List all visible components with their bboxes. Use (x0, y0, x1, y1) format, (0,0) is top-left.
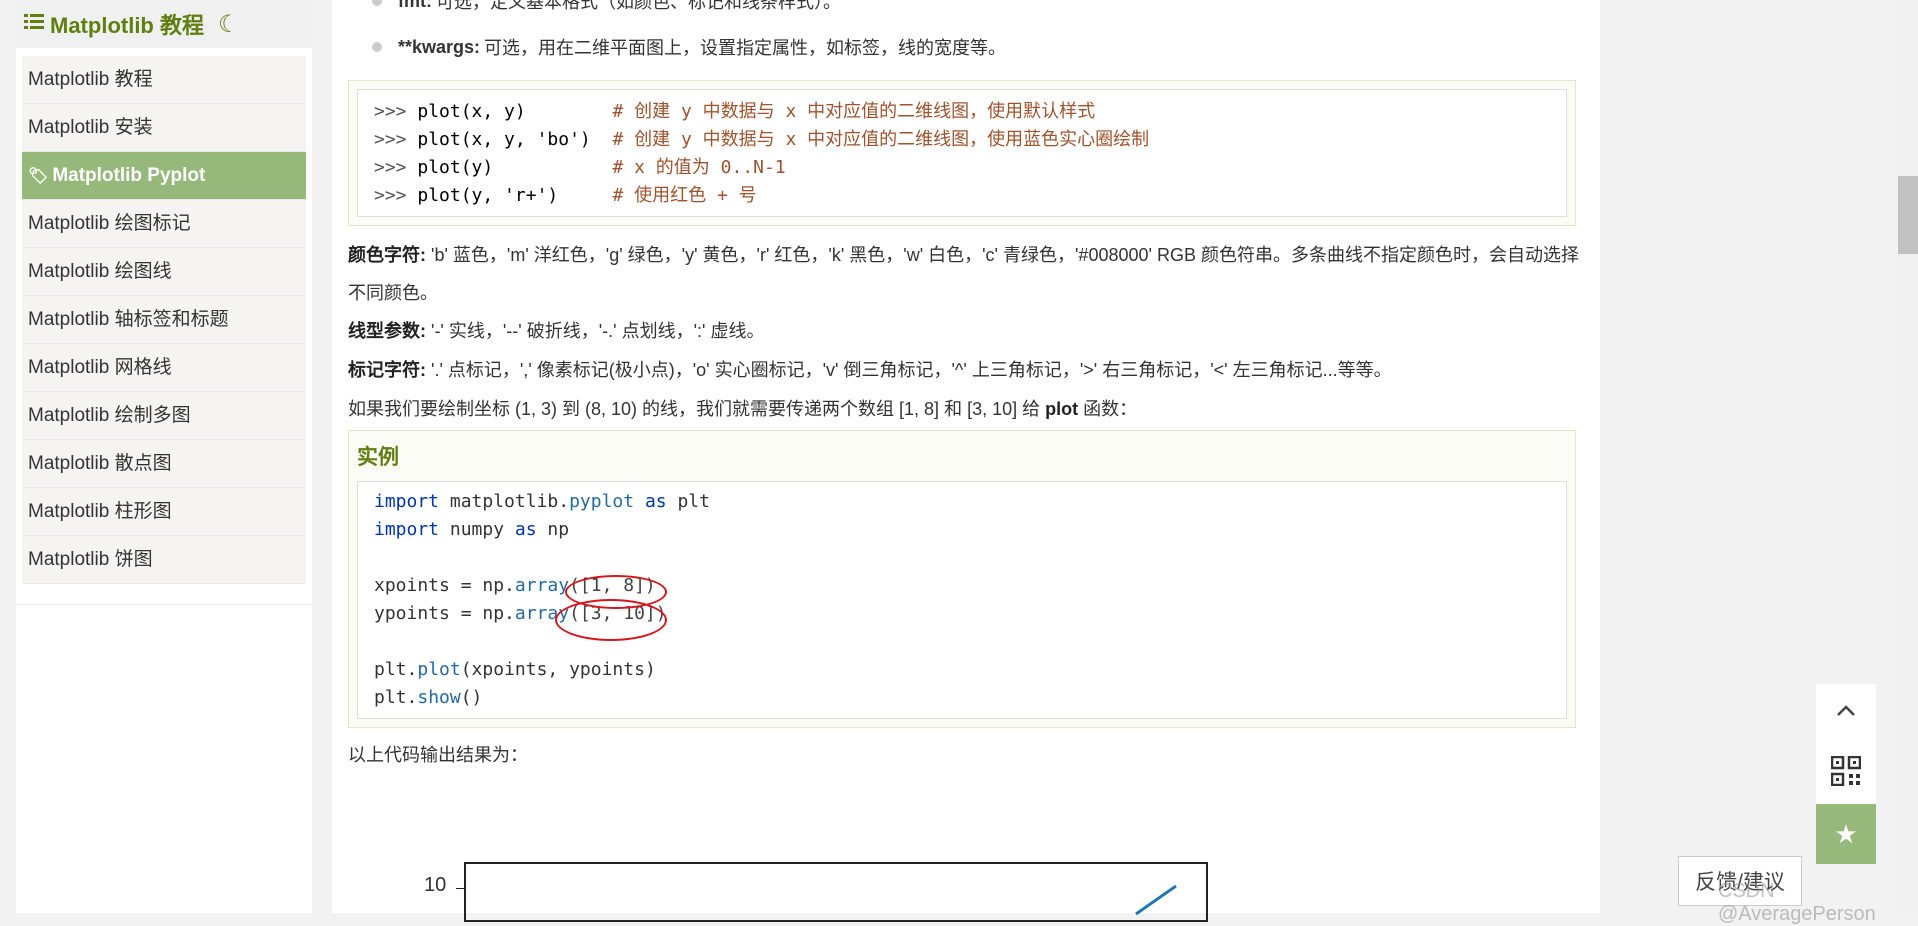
code-content[interactable]: import matplotlib.pyplot as plt import n… (357, 481, 1567, 719)
output-chart: 10 (424, 862, 1210, 922)
back-to-top-button[interactable] (1816, 684, 1876, 744)
code-line: import numpy as np (374, 519, 570, 540)
sidebar: Matplotlib 教程 ☾ Matplotlib 教程 Matplotlib… (16, 0, 312, 913)
code-line: plt.show() (374, 687, 483, 708)
sidebar-item-markers[interactable]: Matplotlib 绘图标记 (22, 200, 306, 248)
left-column: Matplotlib 教程 ☾ Matplotlib 教程 Matplotlib… (0, 0, 330, 913)
code-line: >>> plot(x, y, 'bo') # 创建 y 中数据与 x 中对应值的… (374, 129, 1150, 150)
y-tick-mark (456, 888, 464, 889)
y-tick-label: 10 (424, 874, 447, 896)
sidebar-header: Matplotlib 教程 ☾ (16, 0, 312, 48)
sidebar-item-install[interactable]: Matplotlib 安装 (22, 104, 306, 152)
red-circle-annotation (555, 599, 667, 641)
divider (16, 604, 312, 605)
code-line: import matplotlib.pyplot as plt (374, 491, 710, 512)
chevron-up-icon (1834, 699, 1858, 730)
marker-chars-paragraph: 标记字符: '.' 点标记，',' 像素标记(极小点)，'o' 实心圈标记，'v… (348, 360, 1392, 380)
chart-line (1135, 884, 1177, 916)
sidebar-title: Matplotlib 教程 (50, 13, 204, 38)
qr-code-icon (1830, 755, 1862, 793)
sidebar-item-grid[interactable]: Matplotlib 网格线 (22, 344, 306, 392)
code-line: >>> plot(x, y) # 创建 y 中数据与 x 中对应值的二维线图，使… (374, 101, 1096, 122)
qr-code-button[interactable] (1816, 744, 1876, 804)
example-block: 实例 import matplotlib.pyplot as plt impor… (348, 430, 1576, 728)
sidebar-item-pyplot[interactable]: 🏷 Matplotlib Pyplot (22, 152, 306, 200)
list-item: **kwargs: 可选，用在二维平面图上，设置指定属性，如标签，线的宽度等。 (372, 34, 1006, 60)
line-style-paragraph: 线型参数: '‐' 实线，'‐‐' 破折线，'‐.' 点划线，':' 虚线。 (348, 321, 765, 341)
example-title: 实例 (357, 446, 399, 469)
tag-icon: 🏷 (28, 168, 49, 185)
code-block-signatures: >>> plot(x, y) # 创建 y 中数据与 x 中对应值的二维线图，使… (348, 80, 1576, 226)
code-content[interactable]: >>> plot(x, y) # 创建 y 中数据与 x 中对应值的二维线图，使… (357, 89, 1567, 217)
sidebar-item-lines[interactable]: Matplotlib 绘图线 (22, 248, 306, 296)
bullet-dot (372, 42, 382, 52)
sidebar-item-bar[interactable]: Matplotlib 柱形图 (22, 488, 306, 536)
sidebar-item-pie[interactable]: Matplotlib 饼图 (22, 536, 306, 584)
watermark: CSDN @AveragePerson (1718, 880, 1876, 925)
code-line: >>> plot(y) # x 的值为 0..N-1 (374, 157, 786, 178)
code-line: plt.plot(xpoints, ypoints) (374, 659, 656, 680)
output-label: 以上代码输出结果为： (348, 745, 528, 765)
favorite-button[interactable]: ★ (1816, 804, 1876, 864)
sidebar-item-scatter[interactable]: Matplotlib 散点图 (22, 440, 306, 488)
intro-paragraph: 如果我们要绘制坐标 (1, 3) 到 (8, 10) 的线，我们就需要传递两个数… (348, 399, 1138, 419)
sidebar-nav: Matplotlib 教程 Matplotlib 安装 🏷 Matplotlib … (22, 56, 306, 584)
main-content: fmt: 可选，定义基本格式（如颜色、标记和线条样式）。 **kwargs: 可… (332, 0, 1600, 922)
sidebar-item-subplots[interactable]: Matplotlib 绘制多图 (22, 392, 306, 440)
floating-toolbar: ★ (1816, 684, 1876, 864)
list-item: fmt: 可选，定义基本格式（如颜色、标记和线条样式）。 (372, 0, 841, 14)
sidebar-item-tutorial[interactable]: Matplotlib 教程 (22, 56, 306, 104)
star-icon: ★ (1834, 818, 1858, 849)
sidebar-item-labels-titles[interactable]: Matplotlib 轴标签和标题 (22, 296, 306, 344)
scrollbar-thumb[interactable] (1898, 176, 1918, 254)
bullet-dot (372, 0, 382, 6)
moon-icon[interactable]: ☾ (218, 10, 240, 39)
color-chars-paragraph: 颜色字符: 'b' 蓝色，'m' 洋红色，'g' 绿色，'y' 黄色，'r' 红… (348, 245, 1579, 303)
code-line: >>> plot(y, 'r+') # 使用红色 + 号 (374, 185, 757, 206)
page-scrollbar[interactable] (1898, 0, 1918, 913)
list-icon (24, 11, 44, 37)
